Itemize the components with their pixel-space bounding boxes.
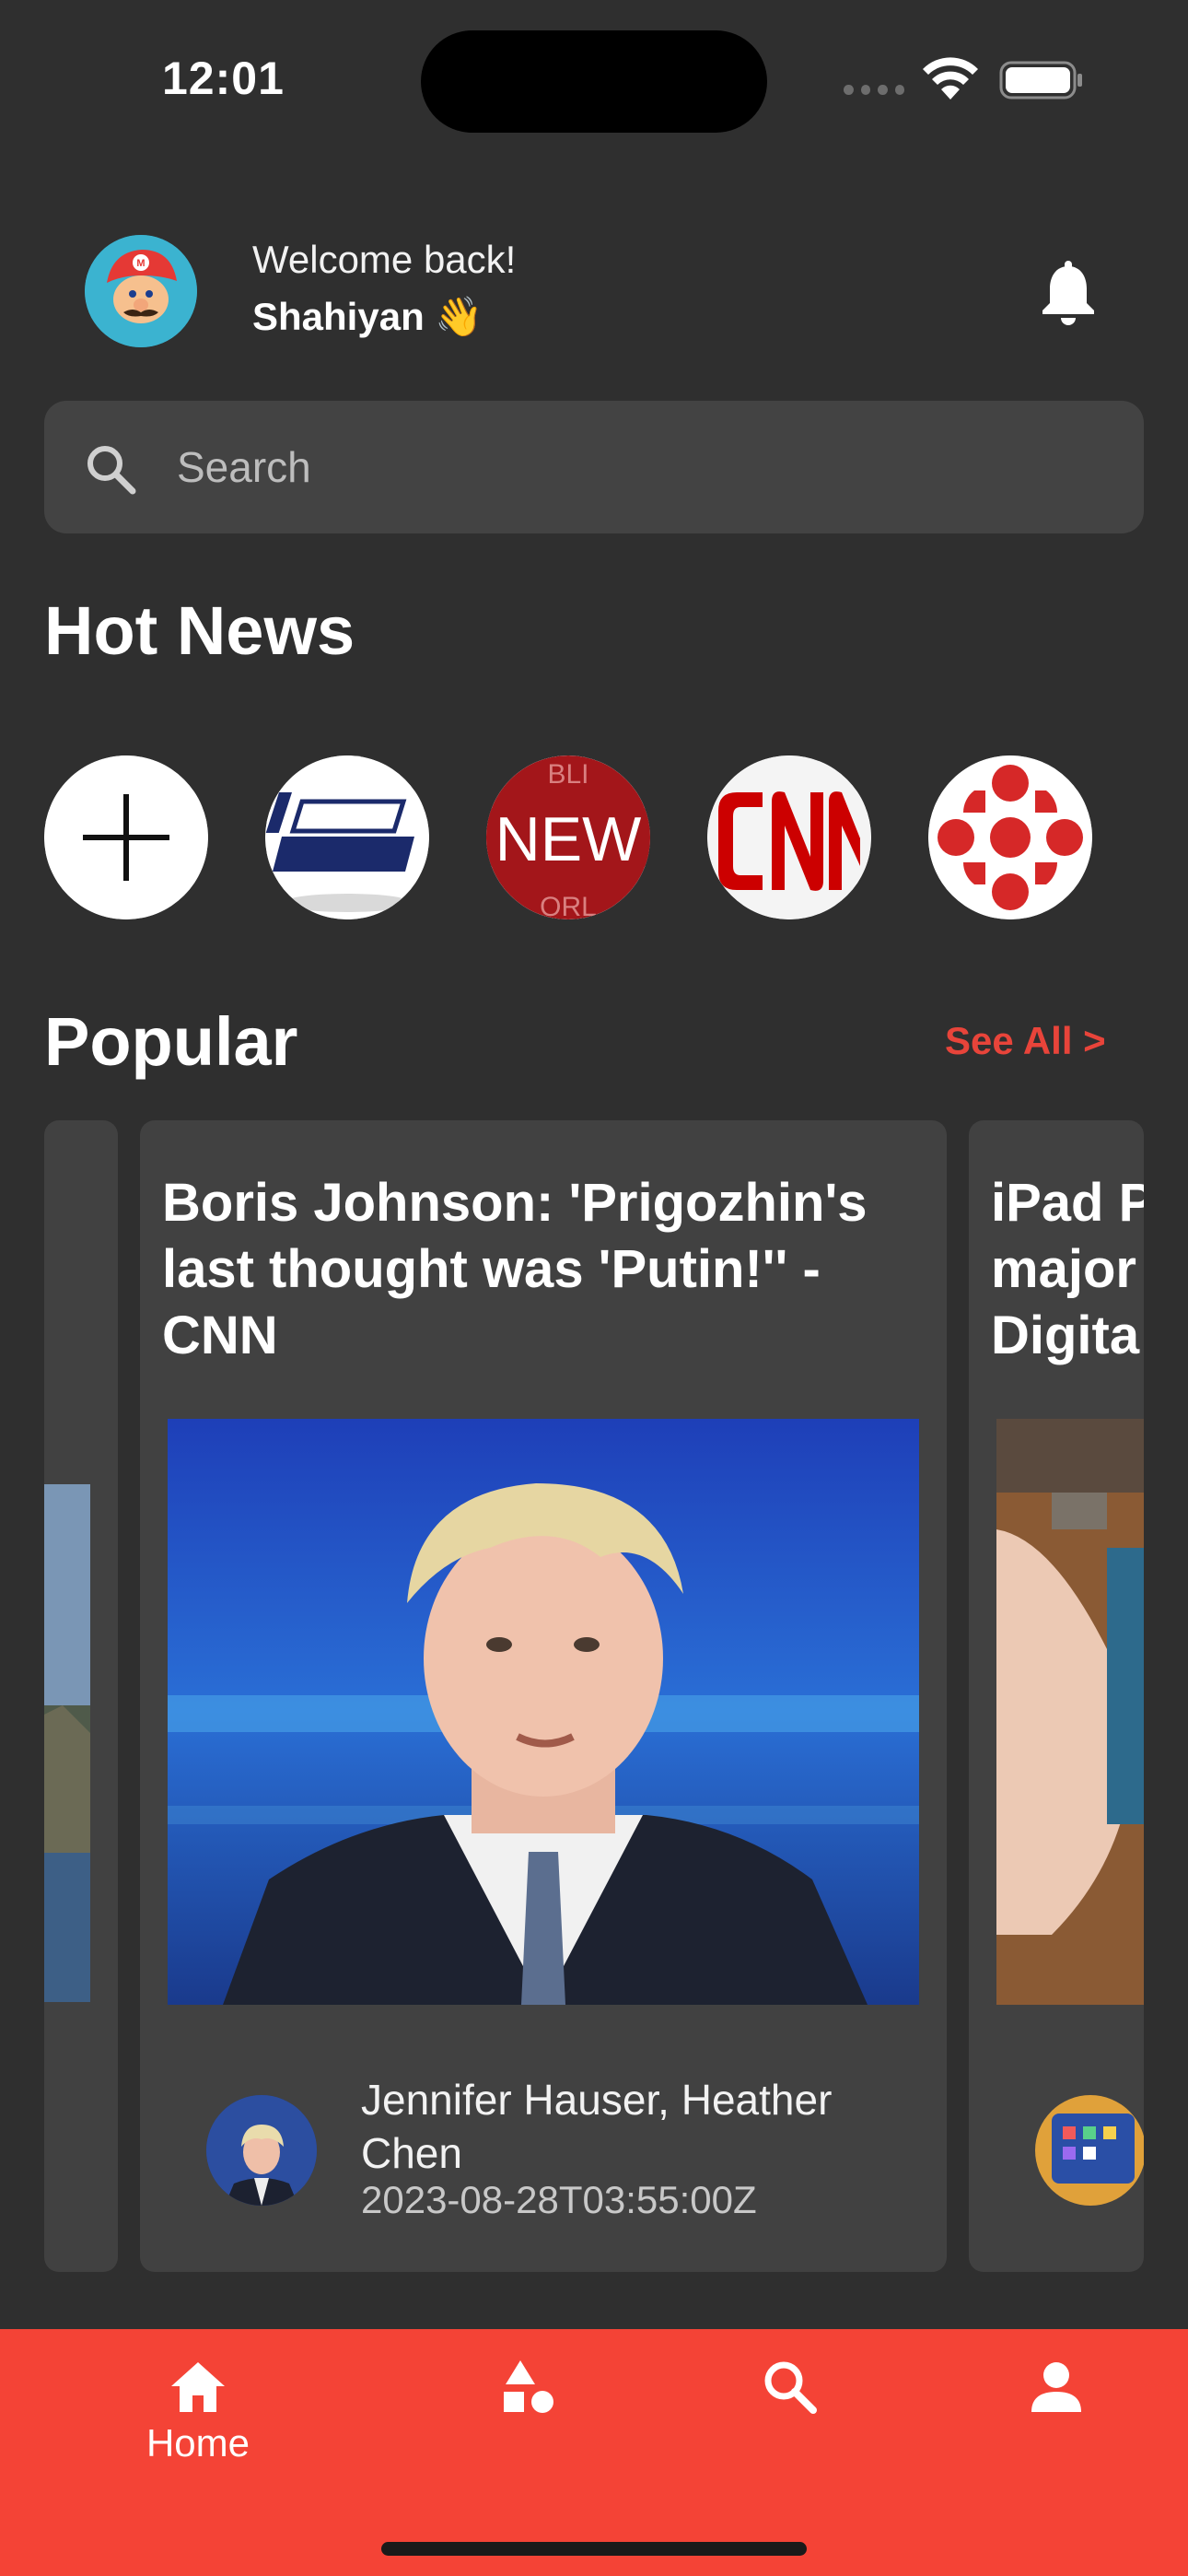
- status-time: 12:01: [162, 53, 285, 104]
- news-card-partial-left[interactable]: [44, 1120, 118, 2272]
- news-card[interactable]: Boris Johnson: 'Prigozhin's last thought…: [140, 1120, 947, 2272]
- cbc-logo: [928, 755, 1092, 919]
- see-all-link[interactable]: See All >: [945, 1019, 1106, 1063]
- nav-search[interactable]: [698, 2357, 882, 2486]
- story-cnn[interactable]: [707, 755, 871, 919]
- home-indicator: [381, 2542, 807, 2556]
- news-card-partial-right[interactable]: iPad P major Digita: [969, 1120, 1144, 2272]
- cnn-logo: [707, 755, 871, 919]
- plus-icon: [44, 755, 208, 919]
- author-avatar: [206, 2095, 317, 2206]
- svg-text:ORL: ORL: [540, 892, 597, 919]
- categories-icon: [504, 2360, 553, 2413]
- cellular-signal-icon: [844, 85, 904, 96]
- bell-icon[interactable]: [1039, 261, 1098, 325]
- user-name: Shahiyan 👋: [252, 295, 483, 338]
- author-name: Jennifer Hauser, Heather Chen: [361, 2076, 833, 2177]
- search-input[interactable]: [177, 438, 1098, 497]
- svg-text:M: M: [136, 258, 145, 269]
- user-avatar[interactable]: M: [85, 235, 197, 347]
- battery-icon: [999, 61, 1082, 100]
- svg-text:NEW: NEW: [495, 804, 642, 874]
- svg-text:BLI: BLI: [547, 759, 588, 790]
- search-icon: [764, 2361, 817, 2414]
- news-image: [996, 1419, 1144, 2005]
- welcome-text: Welcome back!: [252, 238, 517, 281]
- search-icon: [87, 446, 136, 495]
- dynamic-island: [421, 30, 767, 133]
- story-news[interactable]: NEW BLI ORL: [486, 755, 650, 919]
- publish-date: 2023-08-28T03:55:00Z: [361, 2178, 757, 2221]
- search-bar[interactable]: [44, 401, 1144, 533]
- wifi-icon: [923, 57, 978, 100]
- nav-categories[interactable]: [437, 2357, 621, 2486]
- hot-news-title: Hot News: [44, 592, 355, 669]
- news-image: [44, 1484, 90, 2002]
- news-image: [168, 1419, 919, 2005]
- news-logo: NEW BLI ORL: [486, 755, 650, 919]
- status-bar: 12:01: [0, 0, 1188, 157]
- add-story-button[interactable]: [44, 755, 208, 919]
- story-cbc[interactable]: [928, 755, 1092, 919]
- live-news-logo: [265, 755, 429, 919]
- bottom-navigation: Home: [0, 2329, 1188, 2576]
- nav-home[interactable]: Home: [106, 2357, 290, 2486]
- nav-profile[interactable]: [964, 2357, 1148, 2486]
- news-card-title: iPad P major Digita: [991, 1173, 1144, 1365]
- nav-home-label: Home: [146, 2421, 250, 2465]
- popular-title: Popular: [44, 1003, 298, 1080]
- author-avatar: [1035, 2095, 1144, 2206]
- news-card-title: Boris Johnson: 'Prigozhin's last thought…: [162, 1173, 868, 1365]
- story-live-news[interactable]: [265, 755, 429, 919]
- profile-icon: [1031, 2362, 1081, 2412]
- home-icon: [171, 2362, 225, 2412]
